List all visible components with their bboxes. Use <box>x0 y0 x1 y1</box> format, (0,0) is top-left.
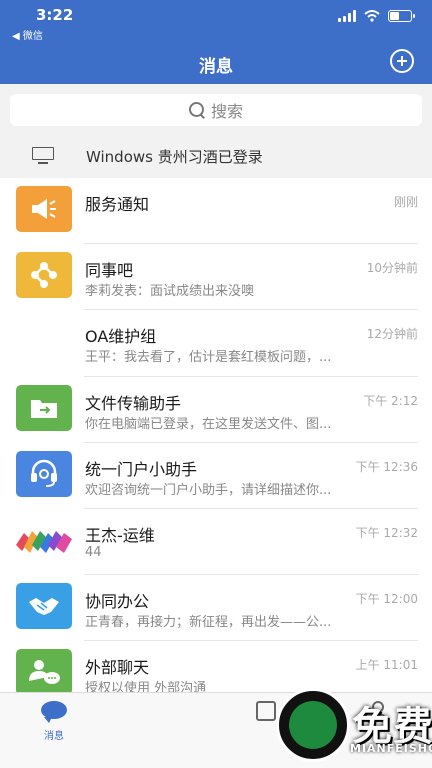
header-bar: 3:22 ◀ 微信 消息 <box>0 0 432 84</box>
conversation-time: 下午 2:12 <box>363 393 418 408</box>
conversation-list: 服务通知 刚刚 同事吧 10分钟前 李莉发表：面试成绩出来没噢 OA维护组 12… <box>0 178 432 708</box>
status-icons <box>338 10 415 22</box>
conversation-time: 上午 11:01 <box>355 658 418 673</box>
conversation-name: 协同办公 <box>85 592 150 612</box>
conversation-name: 服务通知 <box>85 195 150 214</box>
conversation-row[interactable]: 服务通知 刚刚 <box>0 178 432 245</box>
group-avatar <box>16 318 72 365</box>
conversation-time: 下午 12:32 <box>355 525 418 540</box>
search-placeholder: 搜索 <box>210 102 243 121</box>
conversation-row[interactable]: 协同办公 下午 12:00 正青春，再接力；新征程，再出发——公... <box>0 575 432 642</box>
search-area: 搜索 <box>0 84 432 134</box>
conversation-preview: 欢迎咨询统一门户小助手，请详细描述你... <box>85 482 332 498</box>
headset-icon <box>16 450 72 497</box>
share-nodes-icon <box>16 252 72 299</box>
tab-messages[interactable]: 消息 <box>24 701 84 742</box>
add-button[interactable] <box>390 49 414 73</box>
tab-profile[interactable] <box>346 701 406 727</box>
search-icon <box>188 102 205 118</box>
conversation-name: 文件传输助手 <box>85 393 182 413</box>
conversation-time: 10分钟前 <box>366 261 418 276</box>
status-time: 3:22 <box>36 6 74 24</box>
battery-icon <box>388 10 415 22</box>
conversation-row[interactable]: OA维护组 12分钟前 王平：我去看了，估计是套红模板问题，... <box>0 310 432 377</box>
tab-workbench[interactable] <box>236 701 296 727</box>
colorful-stripes-avatar <box>16 516 72 563</box>
folder-icon <box>16 384 72 431</box>
conversation-preview: 正青春，再接力；新征程，再出发——公... <box>85 615 332 631</box>
conversation-name: OA维护组 <box>85 327 157 347</box>
conversation-time: 刚刚 <box>393 195 418 209</box>
wifi-icon <box>364 10 380 22</box>
desktop-login-bar[interactable]: Windows 贵州习酒已登录 <box>0 134 432 178</box>
page-title: 消息 <box>199 57 233 77</box>
conversation-name: 同事吧 <box>85 261 134 281</box>
conversation-name: 统一门户小助手 <box>85 459 198 479</box>
tab-label: 消息 <box>44 731 64 742</box>
conversation-time: 下午 12:00 <box>355 592 418 607</box>
monitor-icon <box>32 147 54 165</box>
login-status-text: Windows 贵州习酒已登录 <box>86 147 263 166</box>
person-icon <box>366 701 388 723</box>
conversation-row[interactable]: 文件传输助手 下午 2:12 你在电脑端已登录，在这里发送文件、图... <box>0 376 432 443</box>
conversation-preview: 李莉发表：面试成绩出来没噢 <box>85 284 255 300</box>
conversation-preview: 王平：我去看了，估计是套红模板问题，... <box>85 350 332 366</box>
conversation-preview: 44 <box>85 544 102 560</box>
handshake-icon <box>16 583 72 630</box>
conversation-row[interactable]: 同事吧 10分钟前 李莉发表：面试成绩出来没噢 <box>0 244 432 311</box>
conversation-row[interactable]: 统一门户小助手 下午 12:36 欢迎咨询统一门户小助手，请详细描述你... <box>0 442 432 509</box>
search-input[interactable]: 搜索 <box>10 94 422 126</box>
conversation-row[interactable]: 王杰-运维 下午 12:32 44 <box>0 508 432 576</box>
conversation-preview: 你在电脑端已登录，在这里发送文件、图... <box>85 416 332 432</box>
conversation-time: 下午 12:36 <box>355 459 418 474</box>
chat-people-icon <box>16 649 72 696</box>
chat-bubble-icon <box>41 701 67 723</box>
conversation-name: 外部聊天 <box>85 658 150 678</box>
conversation-time: 12分钟前 <box>366 327 418 342</box>
bottom-tab-bar: 消息 <box>0 692 432 768</box>
grid-icon <box>256 701 276 721</box>
conversation-name: 王杰-运维 <box>85 525 155 545</box>
app-screen: 3:22 ◀ 微信 消息 搜索 Windows 贵州习酒已登录 服务通知 刚刚 … <box>0 0 432 768</box>
signal-icon <box>338 10 356 22</box>
megaphone-icon <box>16 186 72 232</box>
back-to-app-link[interactable]: ◀ 微信 <box>12 27 43 42</box>
